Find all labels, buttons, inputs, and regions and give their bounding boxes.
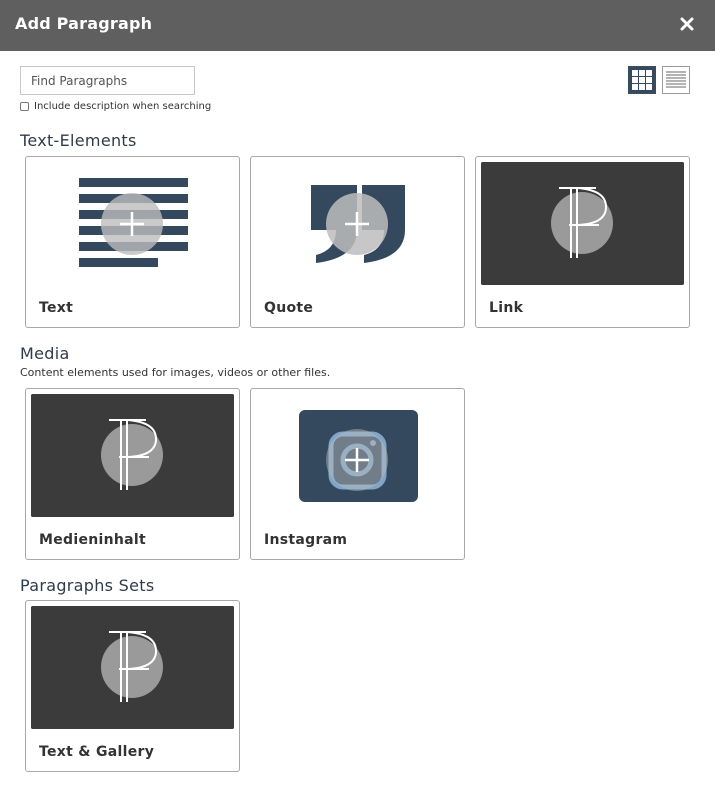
add-paragraph-dialog: Add Paragraph Include description when s… <box>0 0 715 798</box>
dialog-title: Add Paragraph <box>15 14 153 33</box>
paragraph-card-link[interactable]: Link <box>475 156 690 328</box>
section-title-media: Media <box>20 344 70 363</box>
grid-view-icon <box>630 68 654 92</box>
paragraph-card-label: Instagram <box>264 532 348 548</box>
search-input[interactable] <box>20 66 195 95</box>
paragraph-card-label: Link <box>489 300 524 316</box>
include-description-row: Include description when searching <box>20 99 211 113</box>
grid-view-button[interactable] <box>628 66 656 94</box>
dialog-titlebar: Add Paragraph <box>0 0 715 51</box>
paragraph-card-label: Text & Gallery <box>39 744 155 760</box>
instagram-icon <box>299 410 418 502</box>
paragraph-icon <box>481 162 684 285</box>
section-title-text-elements: Text-Elements <box>20 131 137 150</box>
list-view-icon <box>666 71 686 88</box>
section-description-media: Content elements used for images, videos… <box>20 366 331 379</box>
include-description-label: Include description when searching <box>34 100 212 112</box>
paragraph-icon <box>31 606 234 729</box>
paragraph-card-medieninhalt[interactable]: Medieninhalt <box>25 388 240 560</box>
paragraph-card-label: Medieninhalt <box>39 532 146 548</box>
paragraph-card-label: Quote <box>264 300 314 316</box>
paragraph-card-text[interactable]: Text <box>25 156 240 328</box>
include-description-checkbox[interactable] <box>20 101 29 111</box>
text-lines-icon <box>79 178 188 267</box>
close-icon[interactable] <box>677 12 697 36</box>
section-title-paragraphs-sets: Paragraphs Sets <box>20 576 155 595</box>
quote-icon <box>311 185 405 263</box>
paragraph-card-instagram[interactable]: Instagram <box>250 388 465 560</box>
paragraph-card-quote[interactable]: Quote <box>250 156 465 328</box>
paragraph-icon <box>31 394 234 517</box>
paragraph-card-label: Text <box>39 300 74 316</box>
list-view-button[interactable] <box>662 66 690 94</box>
paragraph-card-text-gallery[interactable]: Text & Gallery <box>25 600 240 772</box>
